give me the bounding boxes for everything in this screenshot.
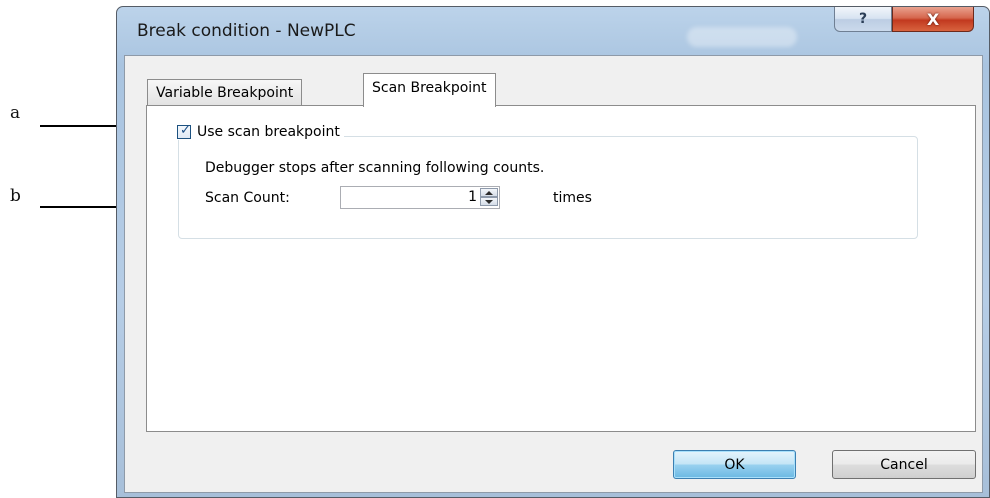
tab-variable-breakpoint[interactable]: Variable Breakpoint — [147, 79, 303, 105]
cancel-button[interactable]: Cancel — [832, 450, 976, 479]
use-scan-breakpoint-checkbox[interactable]: ✓ — [177, 123, 191, 139]
scan-count-label: Scan Count: — [205, 190, 290, 206]
tab-scan-breakpoint[interactable]: Scan Breakpoint — [363, 73, 496, 107]
scan-description: Debugger stops after scanning following … — [205, 160, 545, 176]
use-scan-breakpoint-header[interactable]: ✓ Use scan breakpoint — [177, 124, 344, 140]
scan-count-stepper[interactable]: 1 — [340, 186, 500, 209]
scan-count-value[interactable]: 1 — [468, 189, 477, 205]
arrow-down-icon — [485, 200, 493, 204]
stepper-buttons — [480, 188, 498, 207]
scan-breakpoint-group — [178, 136, 918, 239]
help-icon: ? — [858, 11, 868, 27]
window-title: Break condition - NewPLC — [137, 21, 356, 41]
close-icon: X — [926, 9, 940, 29]
callout-label-b: b — [10, 186, 21, 206]
use-scan-breakpoint-label: Use scan breakpoint — [197, 124, 340, 140]
callout-label-a: a — [10, 103, 21, 123]
scan-count-unit: times — [553, 190, 592, 206]
stepper-up-button[interactable] — [480, 188, 498, 197]
dialog-client-area: Variable Breakpoint Scan Breakpoint ✓ Us… — [124, 55, 983, 493]
arrow-up-icon — [485, 191, 493, 195]
ok-button[interactable]: OK — [673, 450, 796, 479]
close-button[interactable]: X — [892, 7, 974, 32]
break-condition-dialog: Break condition - NewPLC ? X Variable Br… — [116, 6, 990, 498]
checkmark-icon: ✓ — [180, 123, 191, 138]
help-button[interactable]: ? — [834, 7, 892, 32]
stepper-down-button[interactable] — [480, 197, 498, 206]
title-bar-glow — [687, 27, 797, 47]
scan-breakpoint-panel: ✓ Use scan breakpoint Debugger stops aft… — [146, 105, 976, 432]
